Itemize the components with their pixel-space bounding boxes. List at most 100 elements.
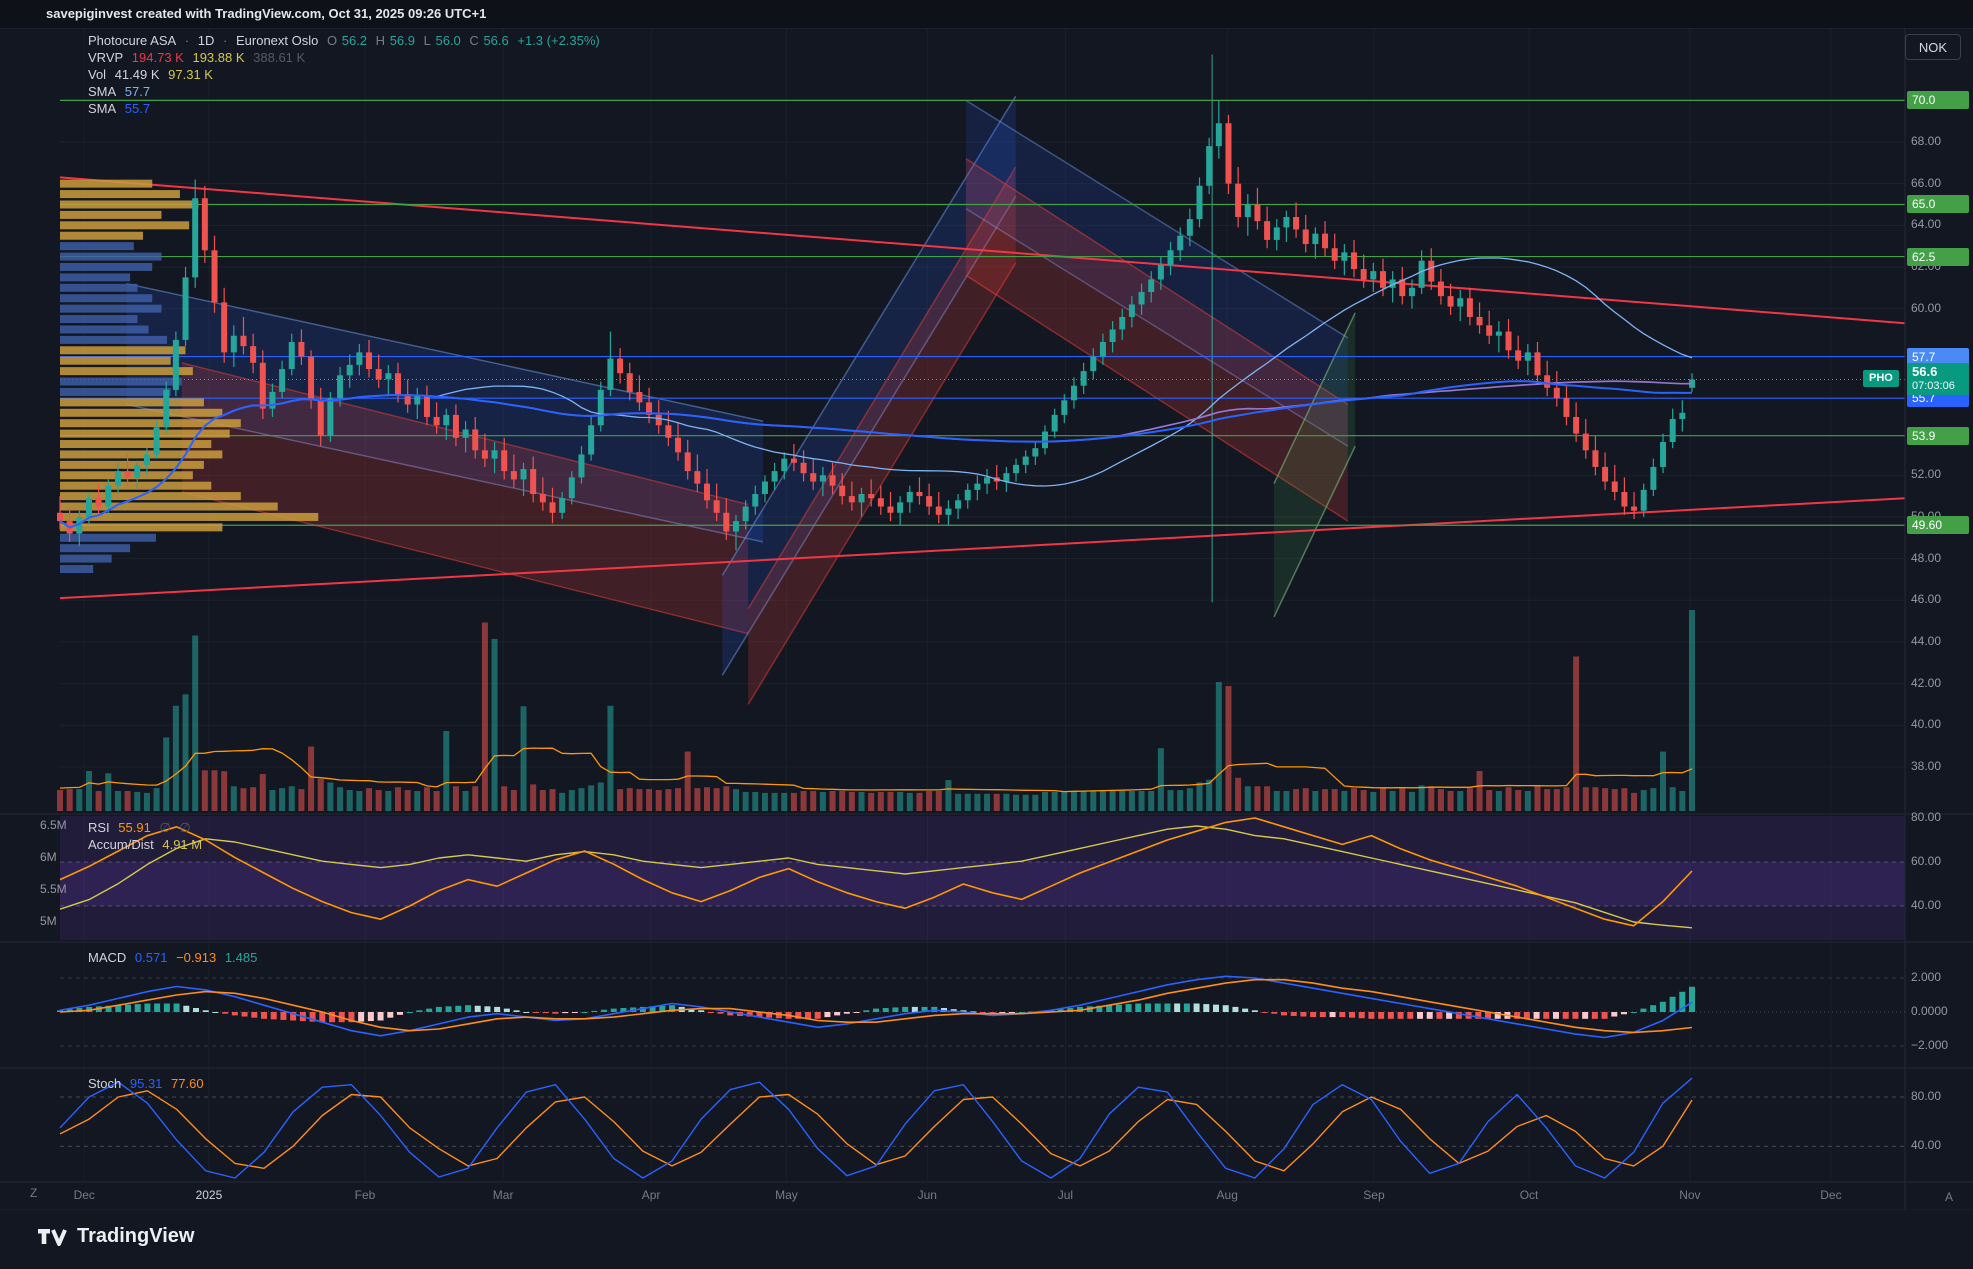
symbol-legend: Photocure ASA · 1D · Euronext Oslo O 56.… — [88, 33, 605, 48]
time-axis-label: Feb — [355, 1188, 376, 1202]
rsi-axis-tick: 40.00 — [1911, 898, 1941, 912]
time-axis-label: Jun — [918, 1188, 937, 1202]
currency-button[interactable]: NOK — [1905, 34, 1961, 60]
rsi-value: 55.91 — [118, 820, 151, 835]
volume-legend: Vol 41.49 K 97.31 K — [88, 67, 218, 82]
macd-hist-value: 1.485 — [225, 950, 258, 965]
low-label: L — [424, 33, 431, 48]
macd-signal-value: −0.913 — [176, 950, 216, 965]
attribution-bar: savepiginvest created with TradingView.c… — [0, 0, 1973, 28]
exchange-label: Euronext Oslo — [236, 33, 318, 48]
price-level-badge: 53.9 — [1907, 427, 1969, 445]
price-tick: 68.00 — [1911, 134, 1941, 148]
left-axis-marker: Z — [30, 1186, 37, 1200]
rsi-legend: RSI 55.91 ∅ ∅ — [88, 820, 196, 836]
price-tick: 52.00 — [1911, 467, 1941, 481]
time-axis-label: Nov — [1679, 1188, 1700, 1202]
rsi-extra-2: ∅ — [179, 820, 190, 835]
price-level-badge: 62.5 — [1907, 248, 1969, 266]
sma-fast-value: 57.7 — [125, 84, 150, 99]
symbol-title: Photocure ASA — [88, 33, 176, 48]
stoch-axis-tick: 80.00 — [1911, 1089, 1941, 1103]
price-tick: 46.00 — [1911, 592, 1941, 606]
currency-label: NOK — [1919, 40, 1947, 55]
price-level-badge: 49.60 — [1907, 516, 1969, 534]
rsi-axis-tick: 80.00 — [1911, 810, 1941, 824]
sma-fast-legend: SMA 57.7 — [88, 84, 155, 99]
bar-countdown: 07:03:06 — [1912, 379, 1964, 393]
price-tick: 60.00 — [1911, 301, 1941, 315]
price-tick: 38.00 — [1911, 759, 1941, 773]
tradingview-logo[interactable]: TradingView — [38, 1225, 194, 1248]
price-level-badge: 70.0 — [1907, 91, 1969, 109]
rsi-label: RSI — [88, 820, 110, 835]
stoch-d-value: 77.60 — [171, 1076, 204, 1091]
close-value: 56.6 — [483, 33, 508, 48]
time-axis-label: Sep — [1363, 1188, 1384, 1202]
price-level-badge: 65.0 — [1907, 195, 1969, 213]
macd-legend: MACD 0.571 −0.913 1.485 — [88, 950, 262, 965]
stoch-axis-tick: 40.00 — [1911, 1138, 1941, 1152]
time-axis-label: Mar — [493, 1188, 514, 1202]
footer-bar: TradingView — [0, 1210, 1973, 1269]
rsi-extra-1: ∅ — [159, 820, 170, 835]
accum-dist-axis-tick: 5.5M — [40, 882, 67, 896]
stoch-k-value: 95.31 — [130, 1076, 163, 1091]
accum-dist-axis-tick: 5M — [40, 914, 57, 928]
close-label: C — [469, 33, 478, 48]
vrvp-legend: VRVP 194.73 K 193.88 K 388.61 K — [88, 50, 310, 65]
open-value: 56.2 — [342, 33, 367, 48]
sma-slow-legend: SMA 55.7 — [88, 101, 155, 116]
change-value: +1.3 (+2.35%) — [517, 33, 599, 48]
accum-dist-axis-tick: 6.5M — [40, 818, 67, 832]
vrvp-value-1: 194.73 K — [132, 50, 184, 65]
price-tick: 40.00 — [1911, 717, 1941, 731]
last-price-value: 56.6 — [1912, 365, 1964, 379]
stoch-legend: Stoch 95.31 77.60 — [88, 1076, 209, 1091]
price-chart-canvas[interactable] — [0, 0, 1973, 1269]
sma-label: SMA — [88, 84, 116, 99]
time-axis-label: 2025 — [196, 1188, 223, 1202]
vol-value: 41.49 K — [115, 67, 160, 82]
time-axis-label: Jul — [1058, 1188, 1073, 1202]
attribution-text: savepiginvest created with TradingView.c… — [46, 6, 486, 21]
sma-label: SMA — [88, 101, 116, 116]
high-value: 56.9 — [390, 33, 415, 48]
macd-axis-tick: 2.000 — [1911, 970, 1941, 984]
auto-scale-marker[interactable]: A — [1945, 1190, 1953, 1204]
vol-ma-value: 97.31 K — [168, 67, 213, 82]
price-tick: 66.00 — [1911, 176, 1941, 190]
tradingview-logo-icon — [38, 1226, 68, 1248]
macd-value: 0.571 — [135, 950, 168, 965]
separator: · — [185, 33, 189, 48]
price-tick: 42.00 — [1911, 676, 1941, 690]
tradingview-logo-text: TradingView — [77, 1225, 194, 1248]
time-axis-label: Dec — [1820, 1188, 1841, 1202]
rsi-axis-tick: 60.00 — [1911, 854, 1941, 868]
vrvp-label: VRVP — [88, 50, 123, 65]
separator: · — [223, 33, 227, 48]
accum-dist-axis-tick: 6M — [40, 850, 57, 864]
sma-slow-value: 55.7 — [125, 101, 150, 116]
macd-axis-tick: −2.000 — [1911, 1038, 1948, 1052]
last-price-badge: 56.607:03:06 — [1907, 363, 1969, 395]
time-axis-label: Dec — [74, 1188, 95, 1202]
macd-axis-tick: 0.0000 — [1911, 1004, 1948, 1018]
tradingview-window: savepiginvest created with TradingView.c… — [0, 0, 1973, 1269]
vrvp-value-3: 388.61 K — [253, 50, 305, 65]
high-label: H — [376, 33, 385, 48]
time-axis-label: Apr — [642, 1188, 661, 1202]
low-value: 56.0 — [435, 33, 460, 48]
accum-dist-value: 4.91 M — [162, 837, 202, 852]
price-tick: 64.00 — [1911, 217, 1941, 231]
price-tick: 44.00 — [1911, 634, 1941, 648]
time-axis-label: Oct — [1520, 1188, 1539, 1202]
time-axis-label: May — [775, 1188, 798, 1202]
stoch-label: Stoch — [88, 1076, 121, 1091]
vrvp-value-2: 193.88 K — [192, 50, 244, 65]
time-axis-label: Aug — [1217, 1188, 1238, 1202]
accum-dist-label: Accum/Dist — [88, 837, 154, 852]
open-label: O — [327, 33, 337, 48]
vol-label: Vol — [88, 67, 106, 82]
interval-label: 1D — [198, 33, 215, 48]
